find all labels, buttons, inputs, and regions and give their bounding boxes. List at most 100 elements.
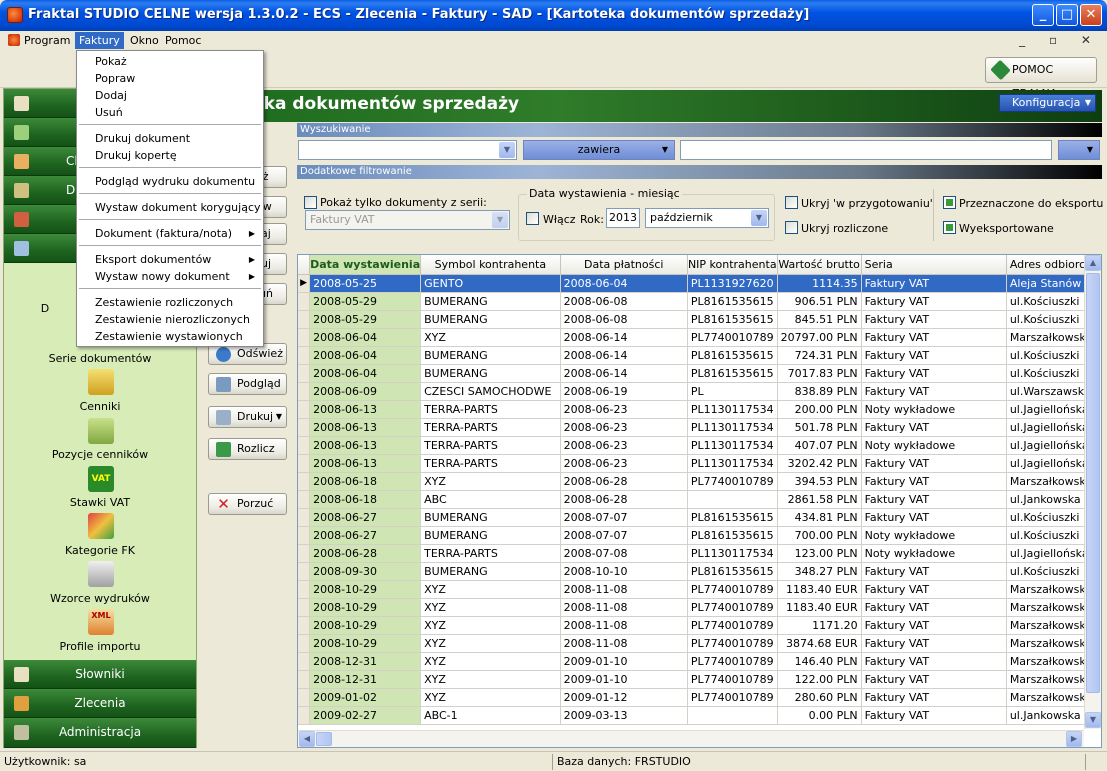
print-button[interactable]: Drukuj ▼ xyxy=(208,406,287,428)
row-indicator[interactable] xyxy=(298,472,311,491)
vertical-scrollbar[interactable]: ▲ ▼ xyxy=(1084,255,1101,729)
table-row[interactable]: 2008-06-04 XYZ 2008-06-14 PL7740010789 20797… xyxy=(298,328,1101,347)
table-row[interactable]: 2009-02-27 ABC-1 2009-03-13 0.00 PLN Faktury… xyxy=(298,706,1101,725)
remote-help-button[interactable]: POMOC ZDALNA xyxy=(985,57,1097,100)
nav-item-profile[interactable]: Profile importu xyxy=(4,640,196,653)
row-indicator[interactable] xyxy=(298,634,311,653)
row-indicator[interactable] xyxy=(298,310,311,329)
table-row[interactable]: 2008-06-13 TERRA-PARTS 2008-06-23 PL1130117… xyxy=(298,436,1101,455)
row-indicator[interactable] xyxy=(298,526,311,545)
table-row[interactable]: 2008-10-29 XYZ 2008-11-08 PL7740010789 1183.… xyxy=(298,598,1101,617)
table-row[interactable]: ▶ 2008-05-25 GENTO 2008-06-04 PL1131927620 11… xyxy=(298,274,1101,293)
table-row[interactable]: 2009-01-02 XYZ 2009-01-12 PL7740010789 280.6… xyxy=(298,688,1101,707)
table-row[interactable]: 2008-05-29 BUMERANG 2008-06-08 PL8161535615… xyxy=(298,292,1101,311)
menu-item-popraw[interactable]: Popraw xyxy=(77,70,263,87)
row-indicator[interactable] xyxy=(298,454,311,473)
table-row[interactable]: 2008-06-18 ABC 2008-06-28 2861.58 PLN Faktur… xyxy=(298,490,1101,509)
year-input[interactable]: 2013 xyxy=(606,208,640,228)
menu-item-zestawienie-wystawionych[interactable]: Zestawienie wystawionych xyxy=(77,328,263,345)
nav-item-kategorie[interactable]: Kategorie FK xyxy=(4,544,196,557)
nav-item-stawki[interactable]: Stawki VAT xyxy=(4,496,196,509)
minimize-button[interactable]: _ xyxy=(1032,4,1054,26)
nav-zlecenia[interactable]: Zlecenia xyxy=(4,689,196,718)
table-row[interactable]: 2008-09-30 BUMERANG 2008-10-10 PL8161535615… xyxy=(298,562,1101,581)
row-indicator[interactable] xyxy=(298,346,311,365)
table-row[interactable]: 2008-10-29 XYZ 2008-11-08 PL7740010789 1183.… xyxy=(298,580,1101,599)
table-row[interactable]: 2008-10-29 XYZ 2008-11-08 PL7740010789 1171.… xyxy=(298,616,1101,635)
series-only-checkbox[interactable] xyxy=(304,196,317,209)
row-indicator[interactable] xyxy=(298,292,311,311)
nav-item-cenniki[interactable]: Cenniki xyxy=(4,400,196,413)
close-button[interactable]: ✕ xyxy=(1080,4,1102,26)
row-indicator[interactable] xyxy=(298,670,311,689)
row-indicator[interactable] xyxy=(298,400,311,419)
row-indicator[interactable] xyxy=(298,688,311,707)
table-row[interactable]: 2008-05-29 BUMERANG 2008-06-08 PL8161535615… xyxy=(298,310,1101,329)
table-row[interactable]: 2008-06-13 TERRA-PARTS 2008-06-23 PL1130117… xyxy=(298,454,1101,473)
documents-grid[interactable]: Data wystawienia Symbol kontrahenta Data… xyxy=(297,254,1102,748)
chevron-down-icon[interactable]: ▼ xyxy=(499,142,515,158)
table-row[interactable]: 2008-10-29 XYZ 2008-11-08 PL7740010789 3874.… xyxy=(298,634,1101,653)
maximize-button[interactable]: □ xyxy=(1056,4,1078,26)
scroll-left-button[interactable]: ◀ xyxy=(299,731,315,747)
menu-item-podglad-wydruku[interactable]: Podgląd wydruku dokumentu xyxy=(77,173,263,190)
row-indicator[interactable] xyxy=(298,418,311,437)
table-row[interactable]: 2008-06-18 XYZ 2008-06-28 PL7740010789 394.5… xyxy=(298,472,1101,491)
row-indicator[interactable] xyxy=(298,562,311,581)
menu-item-zestawienie-rozliczonych[interactable]: Zestawienie rozliczonych xyxy=(77,294,263,311)
column-header-nip[interactable]: NIP kontrahenta xyxy=(687,255,778,275)
row-indicator[interactable] xyxy=(298,508,311,527)
horizontal-scroll-thumb[interactable] xyxy=(316,732,332,746)
row-indicator[interactable] xyxy=(298,364,311,383)
hide-settled-checkbox[interactable] xyxy=(785,221,798,234)
column-header-gross-value[interactable]: Wartość brutto xyxy=(777,255,862,275)
menu-item-drukuj-dokument[interactable]: Drukuj dokument xyxy=(77,130,263,147)
menu-item-pokaz[interactable]: Pokaż xyxy=(77,53,263,70)
hide-prep-checkbox[interactable] xyxy=(785,196,798,209)
table-row[interactable]: 2008-06-28 TERRA-PARTS 2008-07-08 PL1130117… xyxy=(298,544,1101,563)
row-indicator[interactable] xyxy=(298,580,311,599)
table-row[interactable]: 2008-06-04 BUMERANG 2008-06-14 PL8161535615… xyxy=(298,364,1101,383)
row-indicator[interactable] xyxy=(298,706,311,725)
mdi-window-buttons[interactable]: _ ▫ ✕ xyxy=(1019,33,1101,47)
row-indicator[interactable] xyxy=(298,616,311,635)
table-row[interactable]: 2008-06-09 CZESCI SAMOCHODWE 2008-06-19 PL 8… xyxy=(298,382,1101,401)
preview-button[interactable]: Podgląd xyxy=(208,373,287,395)
menu-item-drukuj-koperte[interactable]: Drukuj kopertę xyxy=(77,147,263,164)
column-header-series[interactable]: Seria xyxy=(861,255,1007,275)
title-bar[interactable]: Fraktal STUDIO CELNE wersja 1.3.0.2 - EC… xyxy=(0,0,1107,31)
series-combo[interactable]: Faktury VAT ▼ xyxy=(305,210,510,230)
nav-item-wzorce[interactable]: Wzorce wydruków xyxy=(4,592,196,605)
scroll-up-button[interactable]: ▲ xyxy=(1085,255,1101,271)
row-indicator[interactable] xyxy=(298,544,311,563)
menu-item-dokument-faktura-nota[interactable]: Dokument (faktura/nota) ▶ xyxy=(77,225,263,242)
column-header-symbol[interactable]: Symbol kontrahenta xyxy=(420,255,561,275)
month-combo[interactable]: październik ▼ xyxy=(645,208,769,228)
menu-item-zestawienie-nierozliczonych[interactable]: Zestawienie nierozliczonych xyxy=(77,311,263,328)
exported-checkbox[interactable] xyxy=(943,221,956,234)
menu-item-wystaw-nowy[interactable]: Wystaw nowy dokument ▶ xyxy=(77,268,263,285)
horizontal-scrollbar[interactable]: ◀ ▶ xyxy=(298,730,1084,747)
export-intended-checkbox[interactable] xyxy=(943,196,956,209)
nav-administracja[interactable]: Administracja xyxy=(4,718,196,748)
row-indicator[interactable] xyxy=(298,598,311,617)
menu-program[interactable]: Program xyxy=(4,32,74,49)
nav-item-pozycje[interactable]: Pozycje cenników xyxy=(4,448,196,461)
scroll-right-button[interactable]: ▶ xyxy=(1066,731,1082,747)
scroll-down-button[interactable]: ▼ xyxy=(1085,712,1101,728)
row-indicator[interactable] xyxy=(298,382,311,401)
vertical-scroll-thumb[interactable] xyxy=(1086,273,1100,693)
menu-faktury[interactable]: Faktury xyxy=(75,32,124,49)
row-indicator[interactable] xyxy=(298,652,311,671)
table-row[interactable]: 2008-06-27 BUMERANG 2008-07-07 PL8161535615… xyxy=(298,508,1101,527)
table-row[interactable]: 2008-06-04 BUMERANG 2008-06-14 PL8161535615… xyxy=(298,346,1101,365)
menu-item-dodaj[interactable]: Dodaj xyxy=(77,87,263,104)
discard-button[interactable]: ✕ Porzuć xyxy=(208,493,287,515)
menu-pomoc[interactable]: Pomoc xyxy=(161,32,205,49)
search-options-button[interactable]: ▼ xyxy=(1058,140,1100,160)
search-mode-combo[interactable]: zawiera ▼ xyxy=(523,140,675,160)
nav-item-serie[interactable]: Serie dokumentów xyxy=(4,352,196,365)
enable-month-checkbox[interactable] xyxy=(526,212,539,225)
row-indicator[interactable] xyxy=(298,490,311,509)
search-field-combo[interactable]: ▼ xyxy=(298,140,517,160)
